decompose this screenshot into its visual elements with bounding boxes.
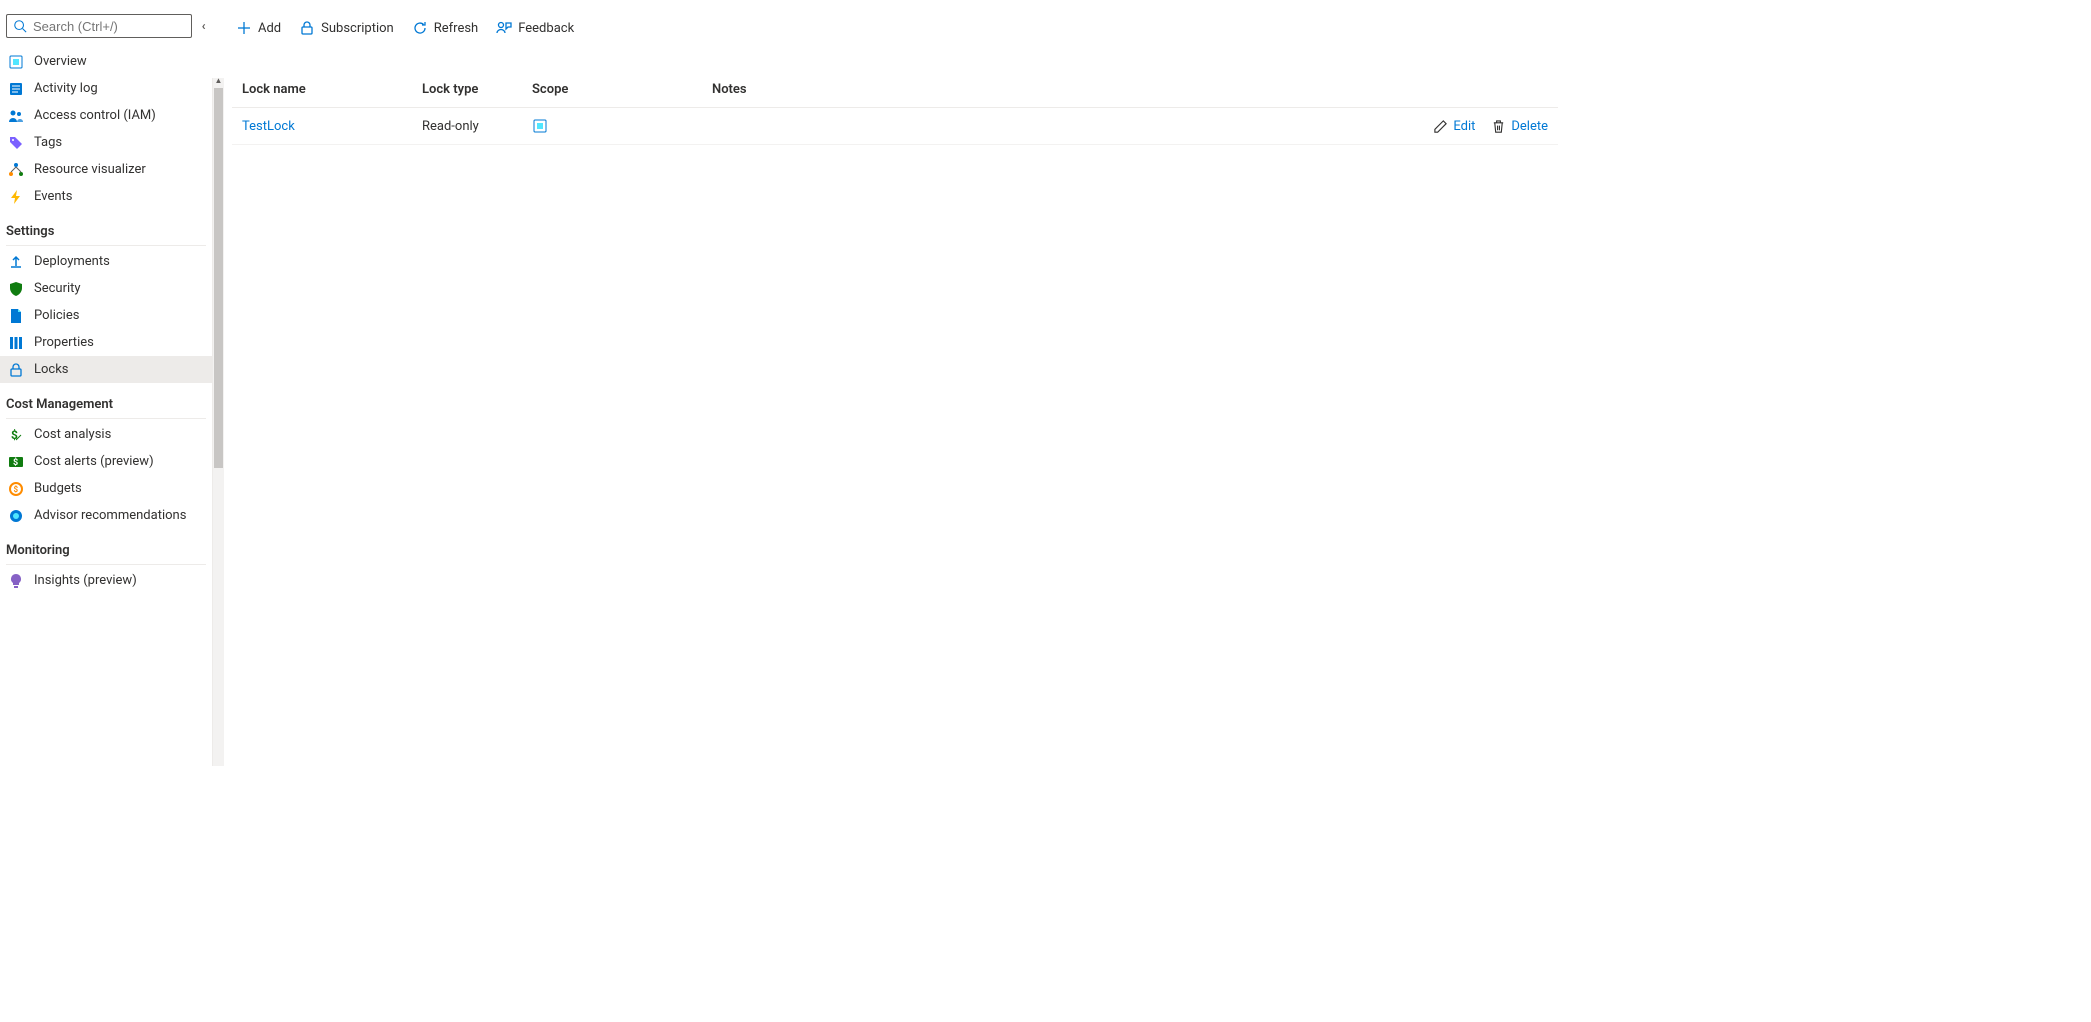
svg-text:$: $ (11, 428, 18, 442)
subscription-button[interactable]: Subscription (299, 20, 394, 36)
sidebar-item-label: Activity log (34, 81, 98, 96)
sidebar-item-overview[interactable]: Overview (0, 48, 212, 75)
toolbar-label: Subscription (321, 21, 394, 36)
sidebar-item-activity-log[interactable]: Activity log (0, 75, 212, 102)
sidebar-item-label: Properties (34, 335, 94, 350)
sidebar: ‹‹ Overview Activity log (0, 0, 212, 766)
svg-text:$: $ (13, 457, 18, 468)
sidebar-item-label: Policies (34, 308, 79, 323)
sidebar-item-locks[interactable]: Locks (0, 356, 212, 383)
dollar-alert-icon: $ (8, 454, 24, 470)
sidebar-item-properties[interactable]: Properties (0, 329, 212, 356)
main-content: Add Subscription Refresh Feedback (212, 0, 1568, 766)
sidebar-item-cost-analysis[interactable]: $ Cost analysis (0, 421, 212, 448)
dollar-icon: $ (8, 427, 24, 443)
lock-icon (8, 362, 24, 378)
sidebar-group-settings: Settings (0, 210, 212, 243)
add-button[interactable]: Add (236, 20, 281, 36)
pencil-icon (1433, 119, 1448, 134)
sidebar-group-monitoring: Monitoring (0, 529, 212, 562)
visualizer-icon (8, 162, 24, 178)
lock-type-cell: Read-only (412, 108, 522, 145)
feedback-icon (496, 20, 512, 36)
edit-label: Edit (1453, 119, 1475, 134)
notes-cell (702, 108, 1398, 145)
col-lock-type: Lock type (412, 74, 522, 108)
sidebar-item-label: Deployments (34, 254, 110, 269)
sidebar-item-budgets[interactable]: $ Budgets (0, 475, 212, 502)
sidebar-item-label: Events (34, 189, 72, 204)
toolbar-label: Add (258, 21, 281, 36)
sidebar-item-resource-visualizer[interactable]: Resource visualizer (0, 156, 212, 183)
col-notes: Notes (702, 74, 1398, 108)
sidebar-item-label: Insights (preview) (34, 573, 137, 588)
tag-icon (8, 135, 24, 151)
budget-icon: $ (8, 481, 24, 497)
sidebar-item-label: Budgets (34, 481, 82, 496)
refresh-icon (412, 20, 428, 36)
locks-table: Lock name Lock type Scope Notes TestLock… (232, 74, 1558, 145)
delete-label: Delete (1511, 119, 1548, 134)
collapse-sidebar-button[interactable]: ‹‹ (202, 19, 206, 33)
scope-icon (532, 118, 692, 134)
sidebar-item-access-control[interactable]: Access control (IAM) (0, 102, 212, 129)
col-lock-name: Lock name (232, 74, 412, 108)
lock-name-link[interactable]: TestLock (242, 119, 295, 134)
sidebar-item-label: Tags (34, 135, 62, 150)
sidebar-item-label: Advisor recommendations (34, 508, 186, 523)
properties-icon (8, 335, 24, 351)
trash-icon (1491, 119, 1506, 134)
sidebar-item-label: Overview (34, 54, 87, 69)
toolbar-label: Refresh (434, 21, 478, 36)
toolbar-label: Feedback (518, 21, 574, 36)
advisor-icon (8, 508, 24, 524)
sidebar-item-events[interactable]: Events (0, 183, 212, 210)
sidebar-item-tags[interactable]: Tags (0, 129, 212, 156)
sidebar-item-insights[interactable]: Insights (preview) (0, 567, 212, 594)
search-input[interactable] (33, 19, 185, 34)
lock-icon (299, 20, 315, 36)
toolbar: Add Subscription Refresh Feedback (232, 10, 1568, 46)
sidebar-item-label: Cost analysis (34, 427, 111, 442)
sidebar-group-cost: Cost Management (0, 383, 212, 416)
delete-button[interactable]: Delete (1491, 119, 1548, 134)
sidebar-menu: Overview Activity log Access control (IA… (0, 48, 212, 776)
sidebar-item-policies[interactable]: Policies (0, 302, 212, 329)
edit-button[interactable]: Edit (1433, 119, 1475, 134)
people-icon (8, 108, 24, 124)
lightning-icon (8, 189, 24, 205)
sidebar-item-cost-alerts[interactable]: $ Cost alerts (preview) (0, 448, 212, 475)
feedback-button[interactable]: Feedback (496, 20, 574, 36)
search-icon (13, 19, 27, 33)
sidebar-item-label: Resource visualizer (34, 162, 146, 177)
svg-text:$: $ (14, 485, 19, 494)
sidebar-item-label: Access control (IAM) (34, 108, 156, 123)
sidebar-item-label: Security (34, 281, 81, 296)
bulb-icon (8, 573, 24, 589)
refresh-button[interactable]: Refresh (412, 20, 478, 36)
sidebar-item-security[interactable]: Security (0, 275, 212, 302)
sidebar-item-label: Locks (34, 362, 69, 377)
document-icon (8, 308, 24, 324)
sidebar-item-advisor[interactable]: Advisor recommendations (0, 502, 212, 529)
shield-icon (8, 281, 24, 297)
sidebar-item-deployments[interactable]: Deployments (0, 248, 212, 275)
activity-log-icon (8, 81, 24, 97)
table-row: TestLock Read-only (232, 108, 1558, 145)
plus-icon (236, 20, 252, 36)
overview-icon (8, 54, 24, 70)
search-box[interactable] (6, 14, 192, 38)
sidebar-item-label: Cost alerts (preview) (34, 454, 154, 469)
col-scope: Scope (522, 74, 702, 108)
upload-icon (8, 254, 24, 270)
